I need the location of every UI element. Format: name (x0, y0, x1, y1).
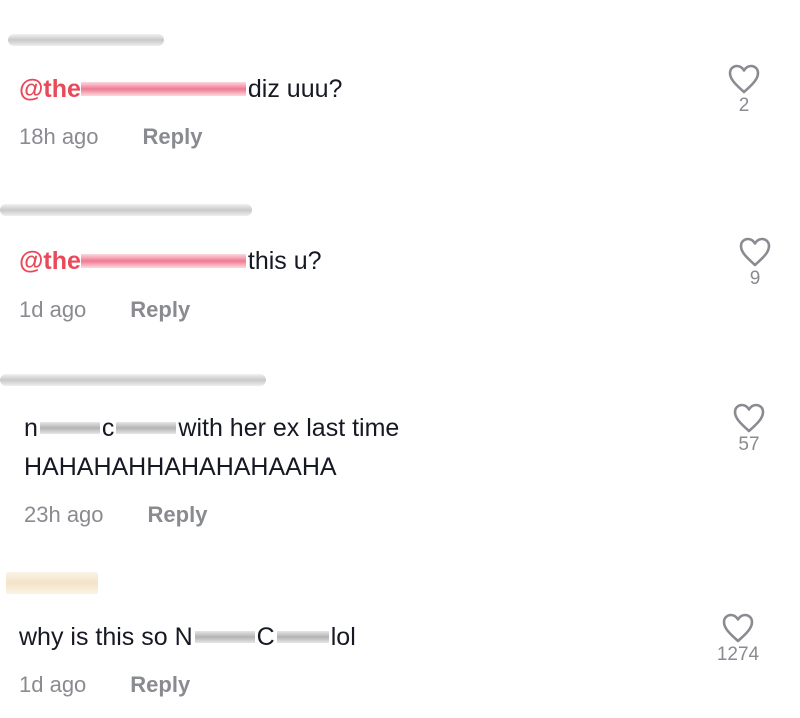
comment-text: n c with her ex last time (24, 413, 399, 443)
like-button[interactable]: 57 (719, 402, 779, 456)
comment-meta: 1d ago Reply (19, 297, 190, 323)
redacted-word (39, 422, 100, 434)
heart-outline-icon (733, 403, 765, 433)
redacted-mention (80, 254, 246, 268)
comment-body: diz uuu? (247, 74, 343, 103)
like-button[interactable]: 9 (725, 236, 785, 290)
comment-meta: 23h ago Reply (24, 502, 207, 528)
mention-link[interactable]: @the (19, 75, 81, 104)
redacted-username (8, 34, 164, 46)
comment-body-part: C (256, 622, 275, 651)
heart-outline-icon (739, 237, 771, 267)
heart-outline-icon (728, 64, 760, 94)
comment-text: @the diz uuu? (19, 74, 342, 104)
comment-body-part: HAHAHAHHAHAHAHAAHA (24, 452, 337, 481)
redacted-mention (80, 82, 246, 96)
comment-text: why is this so N C lol (19, 622, 356, 652)
comment-body: this u? (247, 246, 322, 275)
like-count: 9 (749, 268, 761, 289)
reply-button[interactable]: Reply (148, 502, 208, 528)
comment-meta: 1d ago Reply (19, 672, 190, 698)
comment-time: 23h ago (24, 502, 104, 527)
like-button[interactable]: 1274 (708, 612, 768, 666)
comment-time: 1d ago (19, 297, 87, 322)
comment-text: @the this u? (19, 246, 322, 276)
comment-body-part: lol (330, 622, 356, 651)
redacted-word (276, 631, 329, 643)
comment-body-part: c (101, 413, 115, 442)
heart-outline-icon (722, 613, 754, 643)
redacted-username (0, 374, 266, 386)
comment-body-part: n (24, 413, 38, 442)
comment-meta: 18h ago Reply (19, 124, 202, 150)
comment-body-part: why is this so N (19, 622, 193, 651)
redacted-username (0, 204, 252, 216)
like-button[interactable]: 2 (714, 63, 774, 117)
reply-button[interactable]: Reply (130, 297, 190, 323)
redacted-username (6, 572, 98, 594)
like-count: 57 (738, 434, 760, 455)
comment-text-line2: HAHAHAHHAHAHAHAAHA (24, 452, 337, 482)
like-count: 1274 (716, 644, 760, 665)
mention-link[interactable]: @the (19, 247, 81, 276)
reply-button[interactable]: Reply (130, 672, 190, 698)
like-count: 2 (738, 95, 750, 116)
comment-time: 18h ago (19, 124, 99, 149)
comment-body-part: with her ex last time (178, 413, 400, 442)
redacted-word (116, 422, 177, 434)
comment-time: 1d ago (19, 672, 87, 697)
redacted-word (194, 631, 255, 643)
reply-button[interactable]: Reply (143, 124, 203, 150)
